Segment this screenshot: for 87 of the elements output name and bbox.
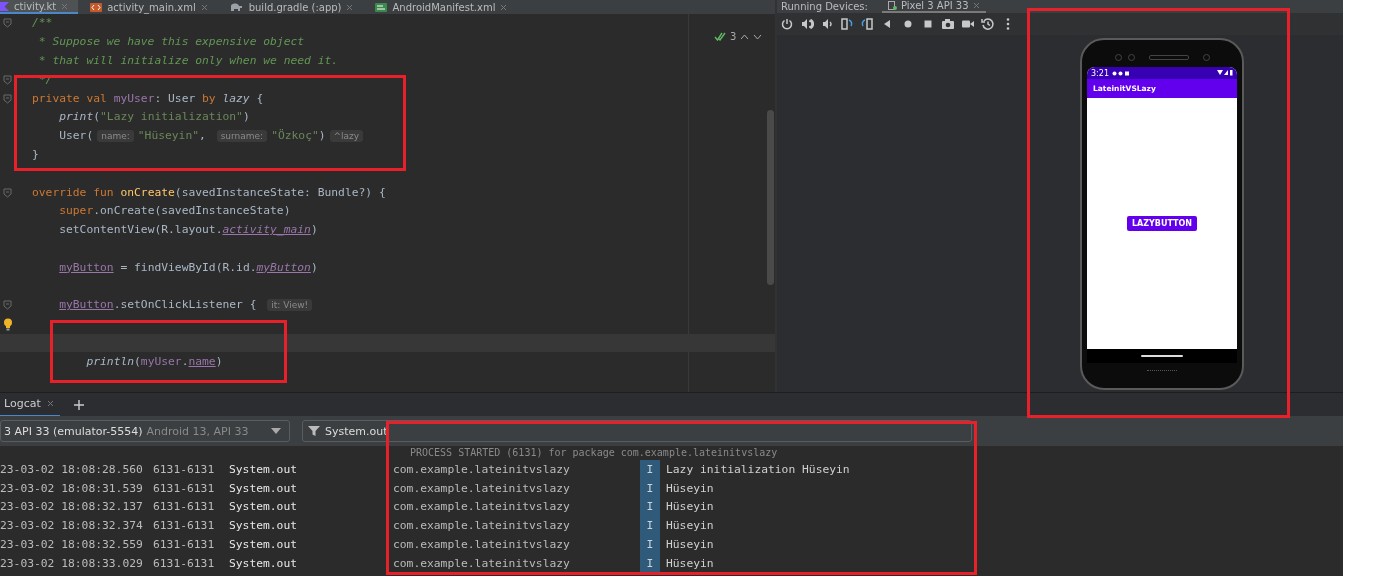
- code-line: println(myUser.name): [85, 353, 223, 370]
- manifest-file-icon: [375, 2, 388, 12]
- log-message: Hüseyin: [665, 538, 715, 552]
- code-line: * that will initialize only when we need it.: [37, 53, 339, 69]
- log-timestamp: 23-03-02 18:08:33.029: [0, 556, 144, 570]
- chevron-up-icon[interactable]: [740, 33, 750, 40]
- log-level-badge: I: [640, 516, 660, 536]
- rotate-right-icon[interactable]: [861, 17, 875, 31]
- status-time: 3:21: [1091, 68, 1109, 78]
- log-pid: 6131-6131: [153, 538, 216, 552]
- editor-tab[interactable]: activity_main.xml: [90, 0, 218, 14]
- log-tag: System.out: [229, 538, 393, 552]
- log-package: com.example.lateinitvslazy: [393, 500, 571, 514]
- log-package: com.example.lateinitvslazy: [393, 556, 571, 570]
- log-package: com.example.lateinitvslazy: [393, 538, 571, 552]
- log-timestamp: 23-03-02 18:08:31.539: [0, 481, 144, 495]
- log-pid: 6131-6131: [153, 481, 216, 495]
- log-pid: 6131-6131: [153, 462, 216, 476]
- editor-tab[interactable]: ctivity.kt: [0, 0, 79, 14]
- log-tag: System.out: [229, 481, 393, 495]
- code-line: myButton.setOnClickListener { it: View!: [32, 297, 317, 314]
- log-package: com.example.lateinitvslazy: [393, 481, 571, 495]
- speaker-grille: [1147, 369, 1177, 373]
- power-icon[interactable]: [781, 17, 795, 31]
- log-message: Hüseyin: [665, 519, 715, 533]
- log-timestamp: 23-03-02 18:08:32.374: [0, 519, 144, 533]
- code-line: setContentView(R.layout.activity_main): [58, 222, 318, 239]
- code-line: super.onCreate(savedInstanceState): [58, 203, 291, 220]
- device-dropdown[interactable]: 3 API 33 (emulator-5554) Android 13, API 33: [0, 420, 290, 442]
- log-pid: 6131-6131: [153, 500, 216, 514]
- log-tag: System.out: [229, 462, 393, 476]
- editor-tab[interactable]: AndroidManifest.xml: [375, 0, 518, 14]
- log-timestamp: 23-03-02 18:08:28.560: [0, 462, 144, 476]
- log-level-badge: I: [640, 460, 660, 479]
- filter-field[interactable]: System.out: [302, 420, 972, 442]
- home-indicator[interactable]: [1141, 354, 1183, 357]
- elephant-icon: [229, 2, 244, 12]
- chevron-down-icon[interactable]: [753, 33, 763, 40]
- log-message: Hüseyin: [665, 500, 715, 514]
- speaker-grille: [1148, 55, 1189, 61]
- log-timestamp: 23-03-02 18:08:32.559: [0, 538, 144, 552]
- code-line: * Suppose we have this expensive object: [37, 34, 305, 51]
- log-pid: 6131-6131: [153, 556, 216, 570]
- panel-title: Running Devices:: [781, 1, 868, 12]
- code-line: /**: [32, 15, 53, 32]
- log-tag: System.out: [229, 519, 393, 533]
- signal-battery-icon: [1217, 70, 1233, 77]
- log-pid: 6131-6131: [153, 519, 216, 533]
- fold-icon: [3, 74, 12, 85]
- code-line: User( name: "Hüseyin", surname: "Özkoç") ^lazy: [32, 128, 368, 145]
- log-message: Lazy initialization Hüseyin: [665, 462, 851, 476]
- filter-icon: [308, 425, 320, 437]
- volume-down-icon[interactable]: [821, 17, 835, 31]
- log-level-badge: I: [640, 535, 660, 554]
- scrollbar-thumb[interactable]: [767, 110, 774, 285]
- camera-icon[interactable]: [941, 17, 955, 31]
- xml-file-icon: [90, 2, 103, 12]
- kotlin-file-icon: [0, 1, 9, 11]
- rotate-left-icon[interactable]: [841, 17, 855, 31]
- add-icon[interactable]: [73, 399, 84, 410]
- fold-icon: [3, 18, 12, 29]
- code-line: }: [32, 146, 39, 163]
- lightbulb-icon: [3, 317, 13, 331]
- double-check-icon: [714, 32, 726, 41]
- log-tag: System.out: [229, 556, 393, 570]
- caret-icon: [271, 428, 281, 434]
- code-line: print("Lazy initialization"): [58, 109, 250, 126]
- log-message: Hüseyin: [665, 556, 715, 570]
- close-icon[interactable]: [46, 400, 54, 407]
- editor-tab[interactable]: build.gradle (:app): [229, 0, 364, 14]
- device-icon: [887, 1, 897, 10]
- inspection-count: 3: [730, 31, 737, 42]
- log-tag: System.out: [229, 500, 393, 514]
- history-icon[interactable]: [981, 17, 995, 31]
- code-line: override fun onCreate(savedInstanceState: Bundle?) {: [32, 184, 386, 201]
- volume-up-icon[interactable]: [801, 17, 815, 31]
- fold-icon: [3, 93, 12, 104]
- log-package: com.example.lateinitvslazy: [393, 519, 571, 533]
- log-package: com.example.lateinitvslazy: [393, 462, 571, 476]
- log-timestamp: 23-03-02 18:08:32.137: [0, 500, 144, 514]
- fold-icon: [3, 187, 12, 198]
- log-message: Hüseyin: [665, 481, 715, 495]
- fold-icon: [3, 300, 12, 311]
- code-line: private val myUser: User by lazy {: [32, 90, 264, 107]
- code-line: myButton = findViewById(R.id.myButton): [58, 259, 318, 276]
- notification-icons-drawing: [1111, 70, 1130, 76]
- lazy-button[interactable]: LAZYBUTTON: [1126, 216, 1198, 232]
